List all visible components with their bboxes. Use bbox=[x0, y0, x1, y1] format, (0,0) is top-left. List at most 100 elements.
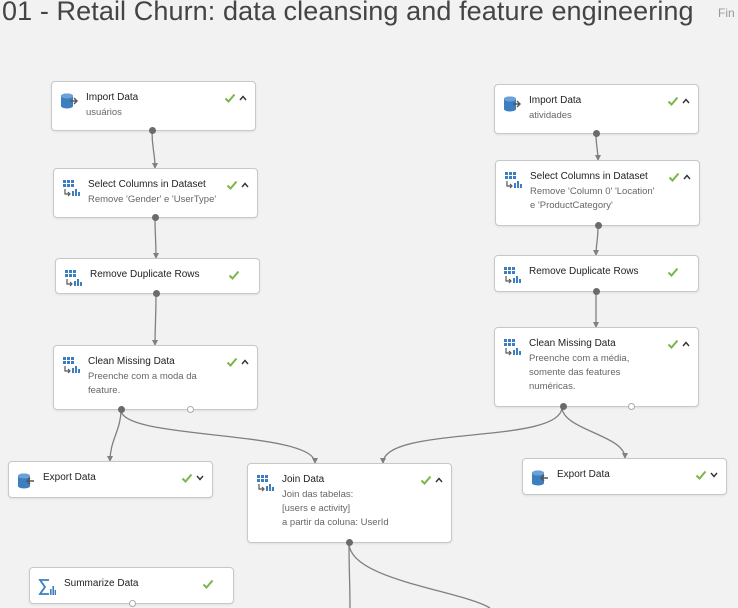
wire-clean-activity-to-export bbox=[561, 406, 626, 459]
table-transform-icon bbox=[256, 474, 274, 492]
chevron-up-icon[interactable] bbox=[241, 359, 249, 365]
module-description-line: usuários bbox=[86, 107, 122, 118]
module-status bbox=[667, 266, 690, 278]
module-name: Clean Missing Data bbox=[88, 356, 175, 367]
table-transform-icon bbox=[62, 356, 80, 374]
module-import-activity[interactable]: Import Data atividades bbox=[494, 84, 699, 137]
wire-select-to-dedupe-users bbox=[154, 217, 157, 259]
module-description: atividades bbox=[529, 109, 572, 123]
wire-clean-users-to-join bbox=[120, 409, 316, 464]
output-port-secondary[interactable] bbox=[628, 403, 635, 410]
database-import-icon bbox=[503, 95, 521, 113]
module-description-line: Remove 'Gender' e 'UserType' bbox=[88, 194, 217, 205]
module-description: Remove 'Column 0' 'Location' e 'ProductCa… bbox=[530, 185, 654, 213]
module-status bbox=[202, 578, 225, 590]
module-description-line: Remove 'Column 0' 'Location' bbox=[530, 186, 655, 197]
output-port[interactable] bbox=[118, 406, 125, 413]
module-name: Join Data bbox=[282, 474, 325, 485]
module-name: Select Columns in Dataset bbox=[530, 171, 648, 182]
check-icon bbox=[667, 96, 679, 106]
module-status bbox=[226, 179, 249, 191]
output-port[interactable] bbox=[149, 127, 156, 134]
module-status bbox=[181, 472, 204, 484]
module-name: Import Data bbox=[86, 92, 139, 103]
module-export-users[interactable]: Export Data bbox=[8, 461, 213, 498]
module-description-line: feature. bbox=[88, 385, 121, 396]
database-import-icon bbox=[60, 92, 78, 110]
check-icon bbox=[668, 172, 680, 182]
output-port[interactable] bbox=[129, 600, 136, 607]
database-export-icon bbox=[17, 472, 35, 490]
check-icon bbox=[695, 470, 707, 480]
chevron-up-icon[interactable] bbox=[683, 174, 691, 180]
wire-clean-activity-to-join bbox=[382, 406, 563, 464]
module-name: Remove Duplicate Rows bbox=[529, 266, 639, 277]
module-export-activity[interactable]: Export Data bbox=[522, 458, 727, 495]
module-status bbox=[228, 269, 251, 281]
table-transform-icon bbox=[503, 338, 521, 356]
module-name: Import Data bbox=[529, 95, 582, 106]
wire-join-to-summarize bbox=[348, 542, 351, 608]
module-description: Preenche com a moda da feature. bbox=[88, 370, 197, 398]
output-port[interactable] bbox=[152, 214, 159, 221]
module-name: Export Data bbox=[557, 469, 610, 480]
output-port[interactable] bbox=[593, 288, 600, 295]
check-icon bbox=[667, 339, 679, 349]
module-name: Remove Duplicate Rows bbox=[90, 269, 200, 280]
chevron-down-icon[interactable] bbox=[710, 472, 718, 478]
table-transform-icon bbox=[504, 171, 522, 189]
module-join-data[interactable]: Join Data Join das tabelas: [users e activ… bbox=[247, 463, 452, 546]
module-status bbox=[667, 338, 690, 350]
module-description-line: somente das features bbox=[529, 367, 621, 378]
wire-import-to-select-activity bbox=[595, 133, 599, 161]
find-label[interactable]: Fin bbox=[718, 6, 735, 20]
check-icon bbox=[226, 357, 238, 367]
module-name: Clean Missing Data bbox=[529, 338, 616, 349]
check-icon bbox=[420, 475, 432, 485]
module-description-line: Preenche com a média, bbox=[529, 353, 630, 364]
wire-import-to-select-users bbox=[151, 130, 156, 169]
wire-dedupe-to-clean-users bbox=[154, 293, 157, 346]
module-select-columns-users[interactable]: Select Columns in Dataset Remove 'Gender'… bbox=[53, 168, 258, 221]
table-transform-icon bbox=[62, 179, 80, 197]
module-name: Select Columns in Dataset bbox=[88, 179, 206, 190]
chevron-down-icon[interactable] bbox=[196, 475, 204, 481]
output-port[interactable] bbox=[593, 130, 600, 137]
check-icon bbox=[667, 267, 679, 277]
output-port[interactable] bbox=[346, 539, 353, 546]
module-description: Remove 'Gender' e 'UserType' bbox=[88, 193, 216, 207]
database-export-icon bbox=[531, 469, 549, 487]
module-clean-missing-users[interactable]: Clean Missing Data Preenche com a moda da… bbox=[53, 345, 258, 413]
module-remove-duplicates-users[interactable]: Remove Duplicate Rows bbox=[55, 258, 260, 297]
module-description-line: a partir da coluna: UserId bbox=[282, 517, 389, 528]
module-description-line: atividades bbox=[529, 110, 572, 121]
module-status bbox=[695, 469, 718, 481]
module-description-line: [users e activity] bbox=[282, 503, 351, 514]
module-status bbox=[667, 95, 690, 107]
module-summarize[interactable]: Summarize Data bbox=[29, 567, 234, 607]
wire-clean-users-to-export bbox=[109, 409, 122, 462]
module-status bbox=[224, 92, 247, 104]
module-select-columns-activity[interactable]: Select Columns in Dataset Remove 'Column … bbox=[495, 160, 700, 229]
output-port[interactable] bbox=[560, 403, 567, 410]
chevron-up-icon[interactable] bbox=[682, 341, 690, 347]
chevron-up-icon[interactable] bbox=[241, 182, 249, 188]
sigma-icon bbox=[38, 578, 56, 596]
check-icon bbox=[224, 93, 236, 103]
chevron-up-icon[interactable] bbox=[239, 95, 247, 101]
module-status bbox=[668, 171, 691, 183]
module-status bbox=[420, 474, 443, 486]
module-clean-missing-activity[interactable]: Clean Missing Data Preenche com a média, s… bbox=[494, 327, 699, 410]
module-remove-duplicates-activity[interactable]: Remove Duplicate Rows bbox=[494, 255, 699, 295]
module-description-line: e 'ProductCategory' bbox=[530, 200, 613, 211]
module-description-line: Preenche com a moda da bbox=[88, 371, 197, 382]
wire-select-to-dedupe-activity bbox=[595, 225, 599, 256]
output-port[interactable] bbox=[153, 290, 160, 297]
chevron-up-icon[interactable] bbox=[682, 98, 690, 104]
output-port-secondary[interactable] bbox=[187, 406, 194, 413]
check-icon bbox=[228, 270, 240, 280]
table-transform-icon bbox=[64, 269, 82, 287]
module-import-users[interactable]: Import Data usuários bbox=[51, 81, 256, 134]
chevron-up-icon[interactable] bbox=[435, 477, 443, 483]
output-port[interactable] bbox=[595, 222, 602, 229]
